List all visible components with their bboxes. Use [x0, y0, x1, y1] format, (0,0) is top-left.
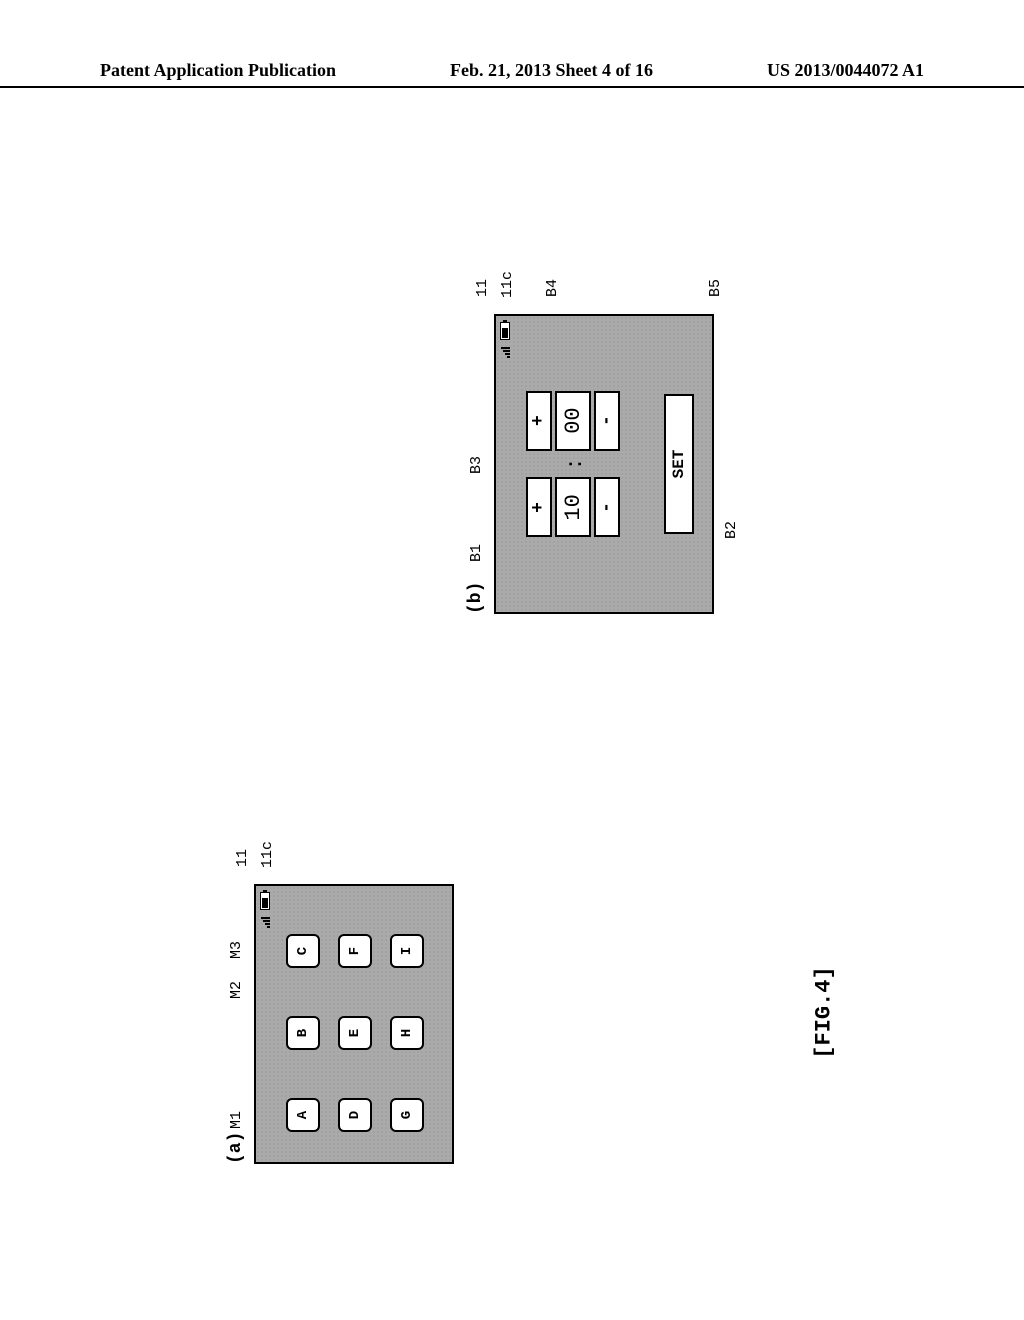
menu-item-e[interactable]: E [338, 1016, 372, 1050]
minute-plus-button[interactable]: + [526, 391, 552, 451]
panel-a-wrapper: M1 M2 M3 11 11c A B C [254, 884, 454, 1164]
minute-column: + 00 - [526, 391, 620, 451]
menu-item-c[interactable]: C [286, 934, 320, 968]
callout-b5: B5 [707, 279, 724, 297]
callout-m1: M1 [228, 1111, 245, 1129]
status-bar-b [500, 322, 510, 358]
figure-label: [FIG.4] [811, 966, 836, 1058]
callout-11-b: 11 [474, 279, 491, 297]
callout-11c-b: 11c [499, 271, 516, 298]
callout-b4: B4 [544, 279, 561, 297]
menu-item-f[interactable]: F [338, 934, 372, 968]
signal-icon [500, 344, 510, 358]
callout-b2: B2 [723, 521, 740, 539]
callout-b3: B3 [468, 456, 485, 474]
panel-a: (a) M1 M2 M3 11 11c A B [226, 884, 454, 1164]
callout-11-a: 11 [234, 849, 251, 867]
minute-value: 00 [555, 391, 591, 451]
menu-grid: A B C D E F G H I [256, 886, 444, 1162]
menu-item-d[interactable]: D [338, 1098, 372, 1132]
battery-icon [500, 322, 510, 340]
callout-11c-a: 11c [259, 841, 276, 868]
callout-m3: M3 [228, 941, 245, 959]
panel-b: (b) B1 B3 11 11c B4 B2 B5 [466, 314, 714, 614]
header-center: Feb. 21, 2013 Sheet 4 of 16 [450, 60, 653, 81]
hour-value: 10 [555, 477, 591, 537]
hour-column: + 10 - [526, 477, 620, 537]
menu-item-h[interactable]: H [390, 1016, 424, 1050]
time-setter: + 10 - .. + 00 - [526, 316, 620, 612]
hour-minus-button[interactable]: - [594, 477, 620, 537]
header-left: Patent Application Publication [100, 60, 336, 81]
hour-plus-button[interactable]: + [526, 477, 552, 537]
callout-b1: B1 [468, 544, 485, 562]
menu-item-i[interactable]: I [390, 934, 424, 968]
time-separator: .. [564, 459, 582, 470]
device-screen-b: + 10 - .. + 00 - SET [494, 314, 714, 614]
callout-m2: M2 [228, 981, 245, 999]
battery-icon [260, 892, 270, 910]
menu-item-b[interactable]: B [286, 1016, 320, 1050]
menu-item-g[interactable]: G [390, 1098, 424, 1132]
status-bar-a [260, 892, 270, 928]
panel-b-wrapper: B1 B3 11 11c B4 B2 B5 [494, 314, 714, 614]
signal-icon [260, 914, 270, 928]
figure-4: (a) M1 M2 M3 11 11c A B [120, 180, 900, 1080]
device-screen-a: A B C D E F G H I [254, 884, 454, 1164]
header-right: US 2013/0044072 A1 [767, 60, 924, 81]
set-button[interactable]: SET [664, 394, 694, 534]
menu-item-a[interactable]: A [286, 1098, 320, 1132]
minute-minus-button[interactable]: - [594, 391, 620, 451]
